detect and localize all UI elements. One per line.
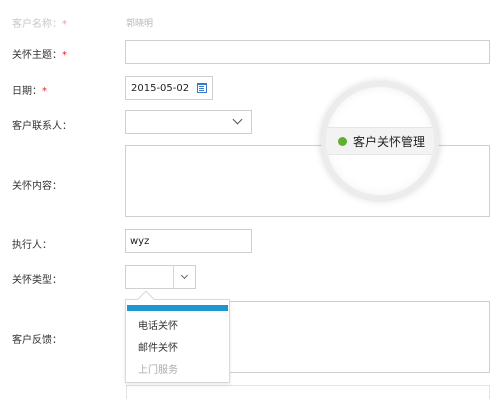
customer-contact-select[interactable] — [125, 110, 252, 134]
chevron-down-icon — [180, 271, 189, 280]
executor-label: 执行人： — [12, 240, 52, 251]
executor-input[interactable] — [126, 230, 251, 252]
magnifier-menu-label[interactable]: 客户关怀管理 — [353, 133, 425, 150]
care-type-select[interactable] — [125, 265, 196, 289]
executor-field[interactable] — [125, 229, 252, 253]
care-subject-field[interactable] — [125, 40, 490, 64]
customer-contact-label: 客户联系人： — [12, 121, 72, 132]
calendar-icon[interactable] — [197, 83, 207, 93]
dropdown-option-email-care[interactable]: 邮件关怀 — [138, 339, 178, 354]
magnifier-overlay: 客户关怀管理 — [321, 82, 439, 200]
date-field[interactable]: 2015-05-02 — [125, 76, 213, 100]
care-subject-input[interactable] — [126, 41, 489, 63]
customer-name-value: 郭晓明 — [126, 19, 154, 29]
dropdown-option-phone-care[interactable]: 电话关怀 — [138, 317, 178, 332]
care-content-label: 关怀内容： — [12, 181, 62, 192]
date-label: 日期：* — [12, 86, 47, 97]
customer-name-label: 客户名称：* — [12, 19, 67, 30]
care-subject-label: 关怀主题：* — [12, 50, 67, 61]
chevron-down-icon — [232, 114, 243, 125]
date-value: 2015-05-02 — [131, 83, 190, 94]
customer-feedback-label: 客户反馈： — [12, 335, 62, 346]
dropdown-highlight[interactable] — [127, 305, 228, 311]
dropdown-option-visit-service[interactable]: 上门服务 — [138, 361, 178, 376]
status-dot-icon — [338, 137, 347, 146]
care-type-select-button[interactable] — [173, 266, 195, 288]
next-field[interactable] — [126, 385, 490, 399]
care-type-label: 关怀类型： — [12, 275, 62, 286]
care-type-dropdown: 电话关怀 邮件关怀 上门服务 — [125, 290, 230, 383]
